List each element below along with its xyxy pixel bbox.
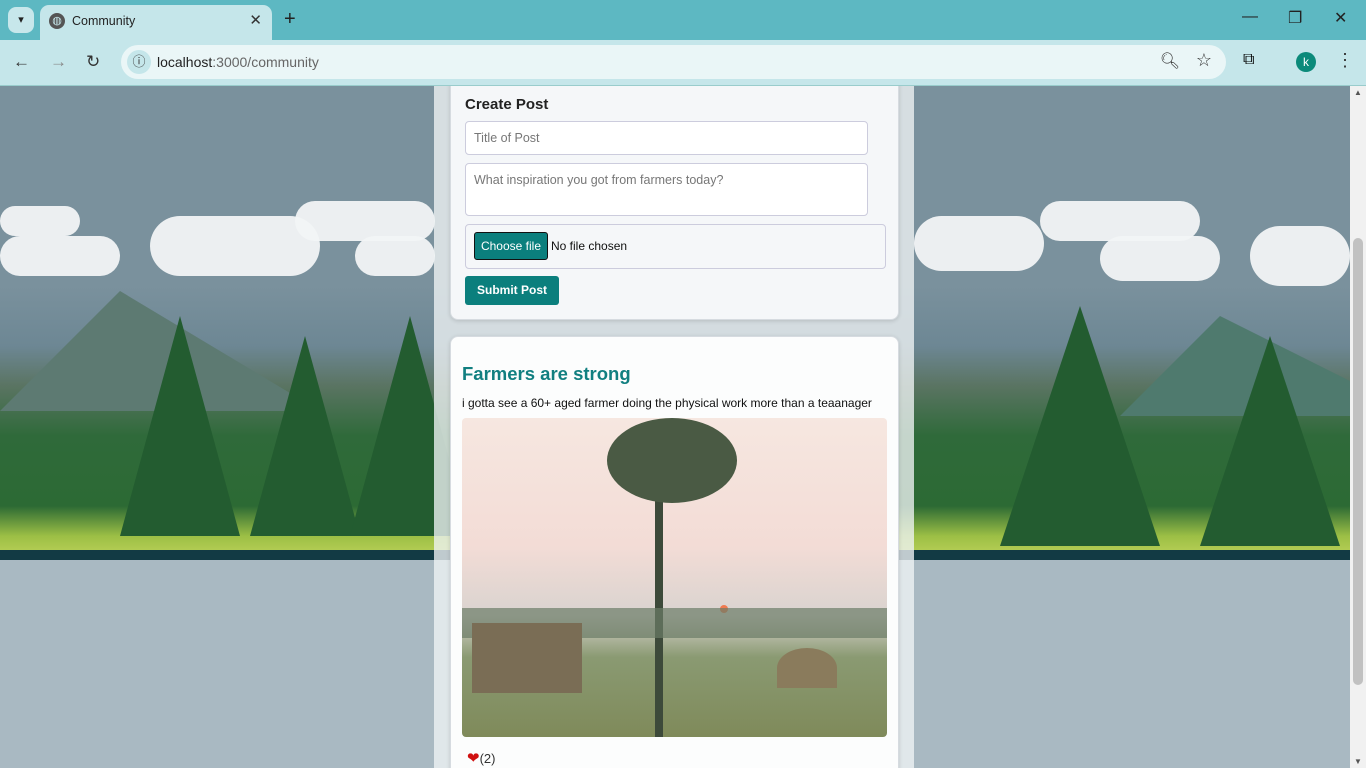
minimize-button[interactable]: — — [1242, 8, 1258, 26]
address-bar[interactable]: ⓘ localhost:3000/community 🔍︎ ☆ — [121, 45, 1226, 79]
back-button[interactable]: ← — [13, 52, 30, 72]
tab-community[interactable]: ◍ Community ✕ — [40, 5, 272, 40]
post-body-textarea[interactable]: What inspiration you got from farmers to… — [465, 163, 868, 216]
bookmark-star-icon[interactable]: ☆ — [1196, 50, 1212, 71]
post-title: Farmers are strong — [462, 363, 631, 384]
forward-button[interactable]: → — [50, 52, 67, 72]
file-input[interactable]: Choose file No file chosen — [465, 224, 886, 269]
like-count: (2) — [479, 751, 496, 766]
url-text: localhost:3000/community — [157, 54, 319, 70]
choose-file-button[interactable]: Choose file — [474, 232, 548, 260]
file-status: No file chosen — [551, 239, 628, 253]
tab-bar: ▾ ◍ Community ✕ + — ❐ ✕ — [0, 0, 1366, 40]
new-tab-button[interactable]: + — [284, 8, 296, 31]
tab-search-button[interactable]: ▾ — [8, 7, 34, 33]
post-body: i gotta see a 60+ aged farmer doing the … — [462, 396, 872, 410]
tab-title: Community — [72, 14, 136, 28]
post-card: Farmers are strong i gotta see a 60+ age… — [450, 336, 899, 768]
restore-button[interactable]: ❐ — [1288, 8, 1302, 28]
zoom-icon[interactable]: 🔍︎ — [1160, 51, 1180, 71]
post-image — [462, 418, 887, 737]
submit-post-button[interactable]: Submit Post — [465, 276, 559, 305]
create-post-heading: Create Post — [465, 96, 549, 113]
navigation-bar: ← → ↻ ⓘ localhost:3000/community 🔍︎ ☆ ⧉ … — [0, 40, 1366, 86]
reload-button[interactable]: ↻ — [86, 52, 100, 72]
scroll-up-icon[interactable]: ▲ — [1354, 88, 1362, 97]
globe-icon: ◍ — [49, 13, 65, 29]
profile-avatar[interactable]: k — [1296, 52, 1316, 72]
close-window-button[interactable]: ✕ — [1334, 8, 1347, 28]
like-button[interactable]: ❤(2) — [467, 749, 495, 767]
menu-icon[interactable]: ⋮ — [1336, 50, 1354, 71]
page-content: Create Post Title of Post What inspirati… — [0, 86, 1350, 768]
post-title-input[interactable]: Title of Post — [465, 121, 868, 155]
create-post-card: Create Post Title of Post What inspirati… — [450, 86, 899, 320]
close-tab-icon[interactable]: ✕ — [249, 11, 262, 29]
extensions-icon[interactable]: ⧉ — [1243, 51, 1254, 69]
scrollbar[interactable]: ▲ ▼ — [1350, 86, 1366, 768]
heart-icon: ❤ — [467, 750, 480, 767]
scroll-down-icon[interactable]: ▼ — [1354, 757, 1362, 766]
site-info-icon[interactable]: ⓘ — [127, 50, 151, 74]
scrollbar-thumb[interactable] — [1353, 238, 1363, 685]
